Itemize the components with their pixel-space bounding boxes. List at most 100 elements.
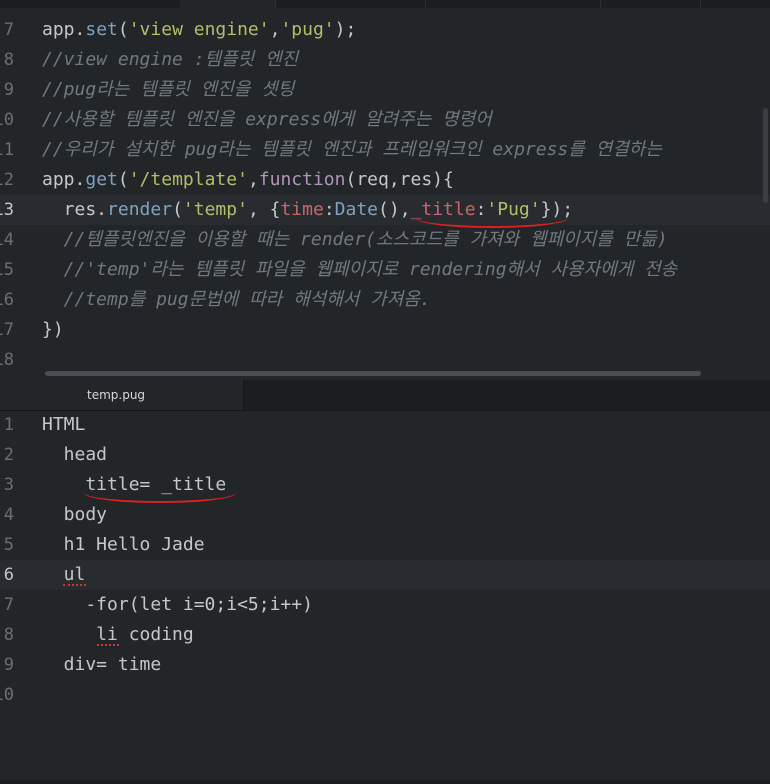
code-token: //'temp'라는 템플릿 파일을 웹페이지로 rendering해서 사용자… (42, 259, 678, 280)
code-token: 'pug' (280, 19, 335, 40)
code-line[interactable]: 10 //사용할 템플릿 엔진을 express에게 알려주는 명령어 (0, 105, 770, 135)
code-token: HTML (42, 414, 86, 435)
code-token: , { (247, 199, 281, 220)
spellcheck-underline (97, 642, 119, 646)
line-number: 2 (3, 445, 14, 465)
code-line[interactable]: 5 h1 Hello Jade (0, 530, 770, 560)
bottom-editor-pane[interactable]: temp.pug 1 HTML 2 head 3 title= _title 4 bod… (0, 380, 770, 784)
code-line[interactable]: 16 //temp를 pug문법에 따라 해석해서 가져옴. (0, 285, 770, 315)
code-line[interactable]: 9 //pug라는 템플릿 엔진을 셋팅 (0, 75, 770, 105)
code-line[interactable]: 8 //view engine :템플릿 엔진 (0, 45, 770, 75)
code-text: head (42, 440, 107, 470)
code-text: //pug라는 템플릿 엔진을 셋팅 (42, 75, 294, 105)
code-token: render (107, 199, 173, 220)
code-line[interactable]: 1 HTML (0, 410, 770, 440)
code-token: //사용할 템플릿 엔진을 express에게 알려주는 명령어 (42, 109, 492, 130)
line-number: 16 (0, 290, 14, 310)
line-number: 8 (3, 50, 14, 70)
code-token: '/template' (128, 169, 248, 190)
horizontal-scrollbar[interactable] (45, 371, 701, 376)
code-text: h1 Hello Jade (42, 530, 205, 560)
line-number: 4 (3, 505, 14, 525)
code-token: }) (42, 319, 64, 340)
code-token: : (475, 199, 487, 220)
code-token: function (258, 169, 346, 190)
line-number: 11 (0, 140, 14, 160)
code-line[interactable]: 9 div= time (0, 650, 770, 680)
tab-partial-active[interactable] (180, 0, 276, 8)
tab-partial[interactable] (600, 0, 701, 8)
tab-temp-pug[interactable]: temp.pug (0, 380, 244, 410)
code-token: , (269, 19, 281, 40)
code-text: //템플릿엔진을 이용할 때는 render(소스코드를 가져와 웹페이지를 만… (42, 225, 668, 255)
code-token: (), (378, 199, 411, 220)
tab-bar: temp.pug (0, 380, 770, 411)
code-token: //pug라는 템플릿 엔진을 셋팅 (42, 79, 295, 100)
code-line[interactable]: 4 body (0, 500, 770, 530)
code-token: , (247, 169, 259, 190)
line-number: 6 (3, 565, 14, 585)
code-token: app. (42, 169, 86, 190)
code-line[interactable]: 14 //템플릿엔진을 이용할 때는 render(소스코드를 가져와 웹페이지… (0, 225, 770, 255)
code-text: //사용할 템플릿 엔진을 express에게 알려주는 명령어 (42, 105, 492, 135)
code-token: //우리가 설치한 pug라는 템플릿 엔진과 프레임워크인 express를 … (42, 139, 662, 160)
code-line[interactable]: 6 ul (0, 560, 770, 590)
code-token: -for(let i=0;i<5;i++) (42, 594, 313, 615)
line-number: 1 (3, 415, 14, 435)
line-number: 9 (3, 80, 14, 100)
line-number: 12 (0, 170, 14, 190)
tab-partial[interactable] (0, 0, 181, 8)
line-number: 7 (3, 20, 14, 40)
code-token: 'temp' (182, 199, 248, 220)
code-token: ( (117, 19, 129, 40)
code-text: HTML (42, 410, 85, 440)
code-text: app.set('view engine','pug'); (42, 15, 356, 45)
line-number: 3 (3, 475, 14, 495)
code-text: }) (42, 315, 64, 345)
tab-partial[interactable] (275, 0, 426, 8)
vertical-scrollbar[interactable] (763, 108, 768, 203)
code-line[interactable]: 7 app.set('view engine','pug'); (0, 15, 770, 45)
code-line[interactable]: 12 app.get('/template',function(req,res){ (0, 165, 770, 195)
line-number: 7 (3, 595, 14, 615)
top-tab-strip (0, 0, 770, 8)
line-number: 10 (0, 685, 14, 705)
line-number: 14 (0, 230, 14, 250)
code-line[interactable]: 15 //'temp'라는 템플릿 파일을 웹페이지로 rendering해서 … (0, 255, 770, 285)
code-token: ( (117, 169, 129, 190)
line-number: 15 (0, 260, 14, 280)
top-editor-pane[interactable]: 7 app.set('view engine','pug'); 8 //view en… (0, 0, 770, 380)
code-line[interactable]: 2 head (0, 440, 770, 470)
code-token: (req,res){ (345, 169, 454, 190)
code-token: //view engine :템플릿 엔진 (42, 49, 299, 70)
tab-partial[interactable] (425, 0, 601, 8)
code-text: app.get('/template',function(req,res){ (42, 165, 454, 195)
code-text: //view engine :템플릿 엔진 (42, 45, 298, 75)
code-token: 'view engine' (128, 19, 270, 40)
code-token: body (42, 504, 108, 525)
code-text: div= time (42, 650, 162, 680)
code-token: res. (42, 199, 108, 220)
code-line[interactable]: 10 (0, 680, 770, 710)
code-token: head (42, 444, 108, 465)
code-token: }); (540, 199, 574, 220)
tab-partial[interactable] (700, 0, 770, 8)
line-number: 5 (3, 535, 14, 555)
line-number: 18 (0, 350, 14, 370)
code-text: body (42, 500, 107, 530)
code-token: 'Pug' (486, 199, 541, 220)
code-token: //temp를 pug문법에 따라 해석해서 가져옴. (42, 289, 431, 310)
line-number: 10 (0, 110, 14, 130)
code-token: app. (42, 19, 86, 40)
code-line[interactable]: 11 //우리가 설치한 pug라는 템플릿 엔진과 프레임워크인 express… (0, 135, 770, 165)
code-line[interactable]: 17}) (0, 315, 770, 345)
code-line[interactable]: 13 res.render('temp', {time:Date(),_titl… (0, 195, 770, 225)
code-token: _title (410, 199, 476, 220)
code-text: //우리가 설치한 pug라는 템플릿 엔진과 프레임워크인 express를 … (42, 135, 662, 165)
code-line[interactable]: 7 -for(let i=0;i<5;i++) (0, 590, 770, 620)
line-number: 13 (0, 200, 14, 220)
code-token: div= time (42, 654, 162, 675)
code-token: time (280, 199, 324, 220)
code-text: //'temp'라는 템플릿 파일을 웹페이지로 rendering해서 사용자… (42, 255, 678, 285)
code-token: ( (172, 199, 183, 220)
